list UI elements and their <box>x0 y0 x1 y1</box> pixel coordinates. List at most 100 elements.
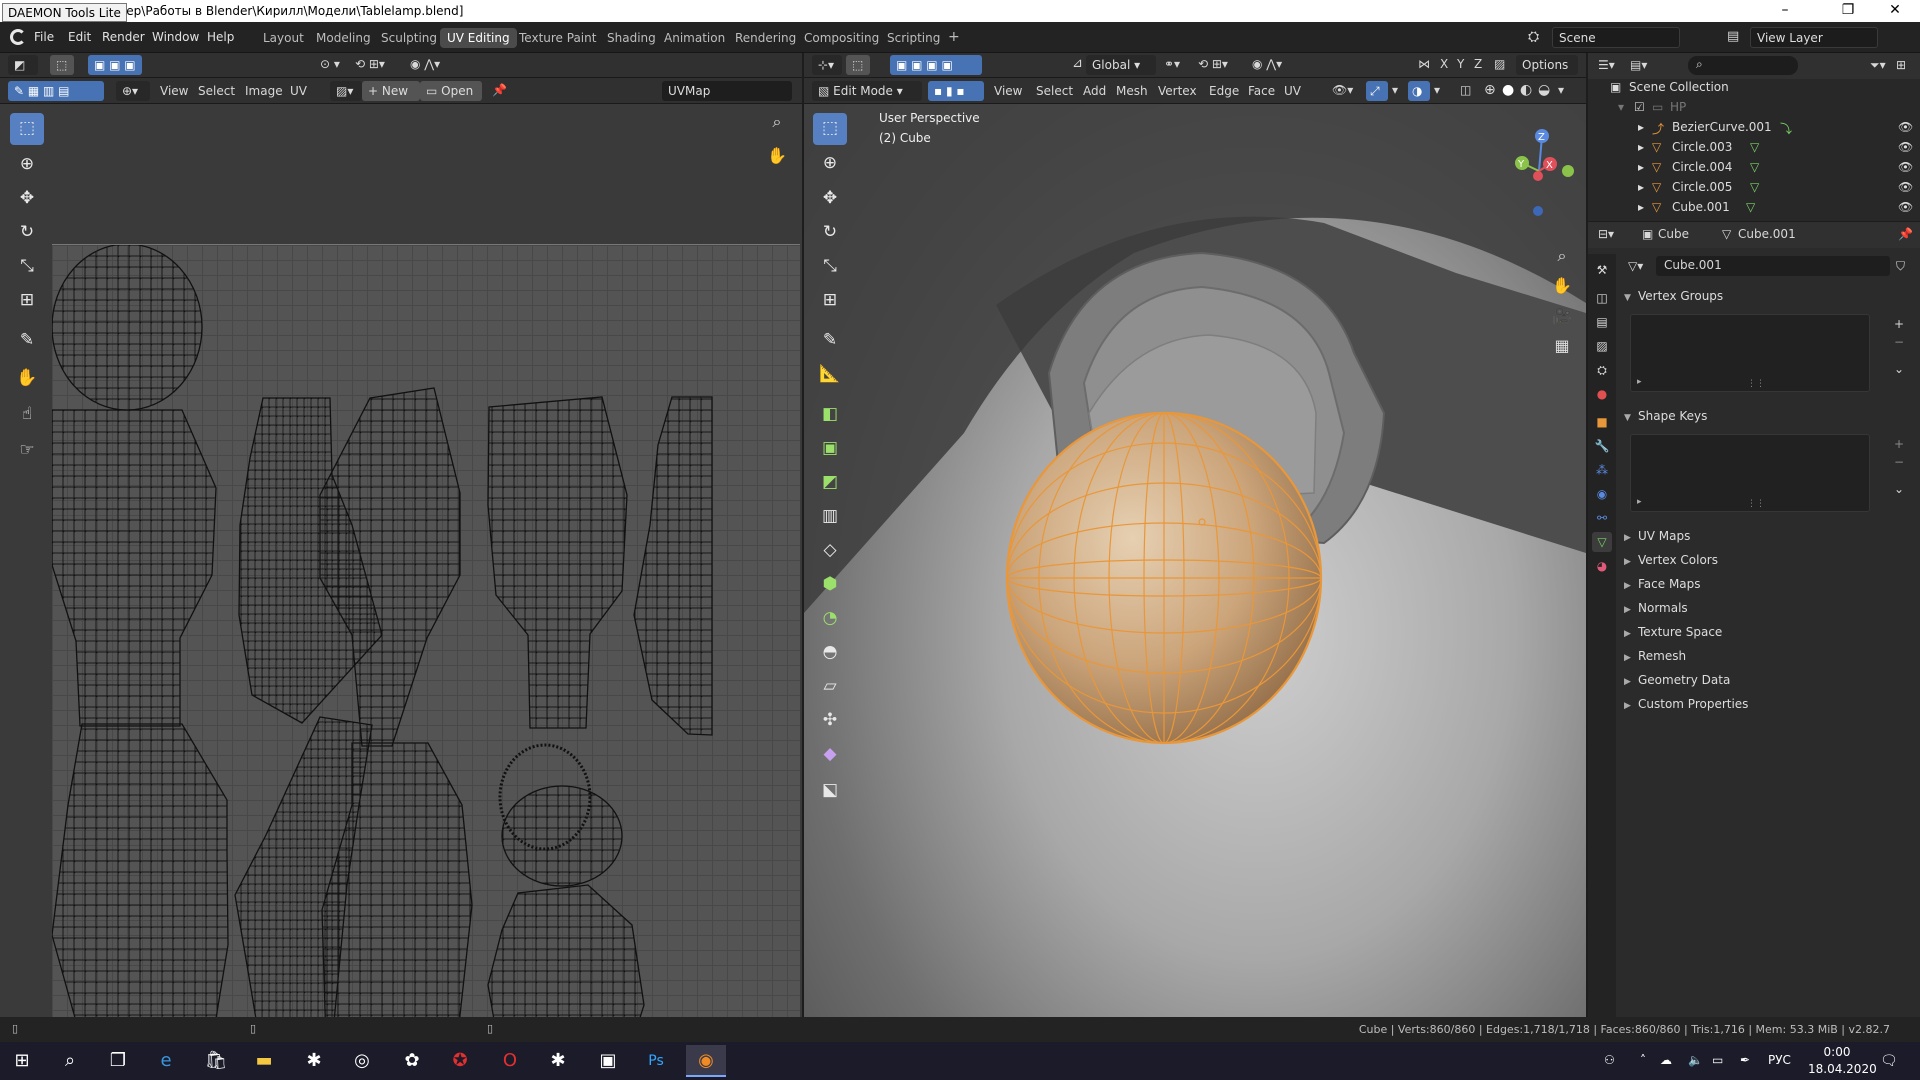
vertex-group-menu-icon[interactable]: ⌄ <box>1894 362 1904 376</box>
proportional-edit-icon[interactable]: ◉ ⋀▾ <box>1252 57 1282 71</box>
mesh-datablock-field[interactable]: Cube.001 <box>1656 256 1890 276</box>
viewport-menu-view[interactable]: View <box>994 84 1022 98</box>
new-image-button[interactable]: + New <box>362 81 420 101</box>
uv-menu-view[interactable]: View <box>160 84 188 98</box>
select-mode-vertex-edge-face[interactable]: ▪ ▮ ▪ <box>928 81 984 101</box>
section-shape-keys[interactable]: ▼ Shape Keys <box>1624 409 1707 423</box>
auto-merge-icon[interactable]: ▨ <box>1494 57 1505 71</box>
file-explorer-icon[interactable]: ▬ <box>244 1045 284 1077</box>
pin-icon[interactable]: 📌 <box>1898 227 1913 241</box>
sync-icon[interactable]: ⟲ ⊞▾ <box>355 57 385 71</box>
vp-camera-icon[interactable]: 🎥 <box>1547 301 1577 331</box>
vertex-groups-list[interactable]: ▸ ⋮⋮ <box>1630 314 1870 392</box>
onedrive-icon[interactable]: ☁ <box>1660 1053 1672 1067</box>
shading-solid-icon[interactable]: ● <box>1502 82 1514 98</box>
viewport-editor-type-icon[interactable]: ⊹▾ <box>812 55 842 75</box>
overlay-dropdown-icon[interactable]: ▾ <box>1434 83 1440 97</box>
vp-rip-icon[interactable]: ⬕ <box>813 775 847 807</box>
vp-ortho-grid-icon[interactable]: ▦ <box>1547 331 1577 361</box>
menu-file[interactable]: File <box>34 30 54 44</box>
viewport-select-icon[interactable]: ⬚ <box>846 55 870 75</box>
filter-icon[interactable]: ⏷▾ <box>1870 58 1886 73</box>
blender-logo-icon[interactable] <box>10 29 26 45</box>
visibility-icon[interactable]: 👁▾ <box>1332 83 1353 97</box>
shading-wireframe-icon[interactable]: ⊕ <box>1484 82 1496 98</box>
outliner-search-input[interactable]: ⌕ <box>1688 56 1798 75</box>
vp-bevel-icon[interactable]: ◩ <box>813 467 847 499</box>
pinch-tool-icon[interactable]: ☞ <box>10 435 44 467</box>
material-tab-icon[interactable]: ◕ <box>1592 556 1612 576</box>
gizmo-toggle-icon[interactable]: ⤢ <box>1366 81 1388 101</box>
fake-user-icon[interactable]: ⛉ <box>1896 259 1905 274</box>
proportional-icon[interactable]: ◉ ⋀▾ <box>410 57 440 71</box>
tab-uv-editing[interactable]: UV Editing <box>440 28 517 48</box>
uvmap-field[interactable]: UVMap <box>662 81 792 101</box>
outliner-row-circle004[interactable]: ▸ ▽ Circle.004 ▽ 👁 <box>1588 157 1920 177</box>
tab-animation[interactable]: Animation <box>657 28 732 48</box>
shading-rendered-icon[interactable]: ◒ <box>1538 82 1550 98</box>
vp-scale-icon[interactable]: ⤡ <box>813 251 847 283</box>
viewport-menu-mesh[interactable]: Mesh <box>1116 84 1148 98</box>
section-remesh[interactable]: ▶ Remesh <box>1624 649 1686 663</box>
vp-rotate-icon[interactable]: ↻ <box>813 217 847 249</box>
viewport-menu-edge[interactable]: Edge <box>1209 84 1239 98</box>
vp-poly-build-icon[interactable]: ⬢ <box>813 569 847 601</box>
eye-icon[interactable]: 👁 <box>1898 180 1913 194</box>
viewport-menu-vertex[interactable]: Vertex <box>1158 84 1197 98</box>
particles-tab-icon[interactable]: ⁂ <box>1592 460 1612 480</box>
vp-measure-icon[interactable]: 📐 <box>813 359 847 391</box>
cursor-tool-icon[interactable]: ⊕ <box>10 149 44 181</box>
outliner-editor-icon[interactable]: ☰▾ <box>1598 58 1615 72</box>
shape-keys-list[interactable]: ▸ ⋮⋮ <box>1630 434 1870 512</box>
uv-menu-image[interactable]: Image <box>245 84 283 98</box>
display-mode-icon[interactable]: ▤▾ <box>1630 58 1647 72</box>
mode-dropdown[interactable]: ▧ Edit Mode ▾ <box>812 81 922 101</box>
eye-icon[interactable]: 👁 <box>1898 200 1913 214</box>
breadcrumb-mesh[interactable]: Cube.001 <box>1738 227 1796 241</box>
section-vertex-colors[interactable]: ▶ Vertex Colors <box>1624 553 1718 567</box>
shading-material-icon[interactable]: ◐ <box>1520 82 1532 98</box>
tab-scripting[interactable]: Scripting <box>880 28 947 48</box>
move-tool-icon[interactable]: ✥ <box>10 183 44 215</box>
tab-rendering[interactable]: Rendering <box>728 28 803 48</box>
search-icon[interactable]: ⌕ <box>50 1045 90 1077</box>
viewport-menu-add[interactable]: Add <box>1083 84 1106 98</box>
uv-menu-uv[interactable]: UV <box>290 84 307 98</box>
tab-texture-paint[interactable]: Texture Paint <box>512 28 603 48</box>
annotate-tool-icon[interactable]: ✎ <box>10 325 44 357</box>
language-indicator[interactable]: РУС <box>1768 1053 1791 1067</box>
section-uv-maps[interactable]: ▶ UV Maps <box>1624 529 1690 543</box>
vp-spin-icon[interactable]: ◔ <box>813 603 847 635</box>
grab-tool-icon[interactable]: ✋ <box>10 363 44 395</box>
data-tab-icon[interactable]: ▽ <box>1592 532 1612 552</box>
close-button[interactable]: ✕ <box>1872 0 1918 22</box>
section-vertex-groups[interactable]: ▼ Vertex Groups <box>1624 289 1723 303</box>
new-collection-icon[interactable]: ⊞ <box>1896 58 1906 72</box>
vp-transform-icon[interactable]: ⊞ <box>813 285 847 317</box>
eye-icon[interactable]: 👁 <box>1898 160 1913 174</box>
vp-edge-slide-icon[interactable]: ▱ <box>813 671 847 703</box>
options-dropdown[interactable]: Options ▾ <box>1516 55 1578 88</box>
viewport-menu-select[interactable]: Select <box>1036 84 1073 98</box>
app-icon[interactable]: ✪ <box>440 1045 480 1077</box>
relax-tool-icon[interactable]: ☝ <box>10 399 44 431</box>
uv-grid[interactable] <box>52 244 800 1043</box>
minimize-button[interactable]: – <box>1762 0 1808 22</box>
remove-shape-key-button[interactable]: − <box>1894 455 1904 469</box>
tab-modeling[interactable]: Modeling <box>309 28 378 48</box>
view-layer-selector[interactable]: View Layer <box>1750 27 1878 48</box>
viewport-selection-buttons[interactable]: ▣ ▣ ▣ ▣ <box>890 55 982 75</box>
transform-tool-icon[interactable]: ⊞ <box>10 285 44 317</box>
editor-type-icon[interactable]: ◩ <box>8 55 38 75</box>
add-shape-key-button[interactable]: + <box>1894 437 1904 451</box>
store-icon[interactable]: 🛍 <box>196 1045 236 1077</box>
vp-inset-icon[interactable]: ▣ <box>813 433 847 465</box>
tab-sculpting[interactable]: Sculpting <box>374 28 444 48</box>
pen-icon[interactable]: ✒ <box>1740 1053 1750 1067</box>
clock-time[interactable]: 0:00 <box>1812 1045 1862 1059</box>
restore-button[interactable]: ❐ <box>1825 0 1871 22</box>
tab-shading[interactable]: Shading <box>600 28 663 48</box>
app-icon[interactable]: ✿ <box>392 1045 432 1077</box>
remove-vertex-group-button[interactable]: − <box>1894 335 1904 349</box>
outliner-row-beziercurve[interactable]: ▸ ⤴ BezierCurve.001 ⤵ 👁 <box>1588 117 1920 137</box>
